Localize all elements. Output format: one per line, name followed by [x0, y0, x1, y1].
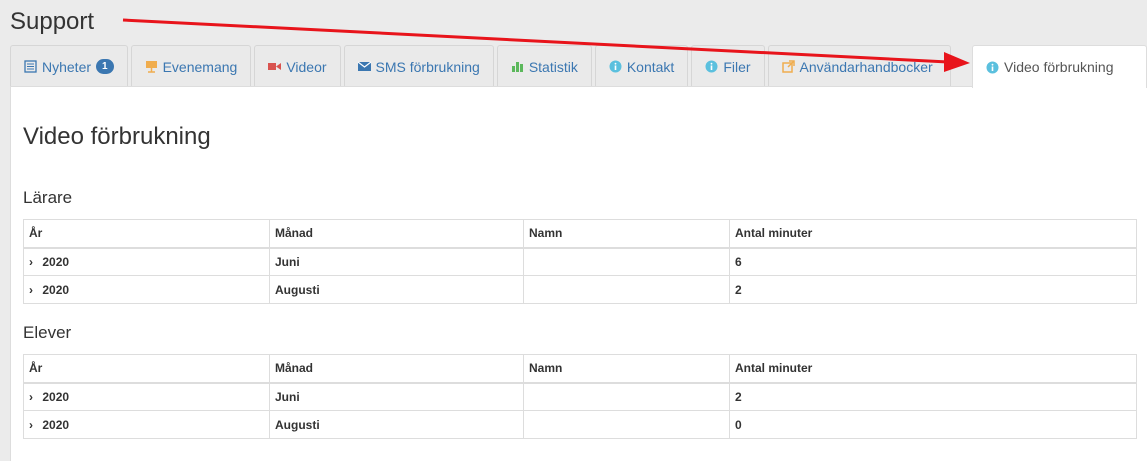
tab-nyheter[interactable]: Nyheter 1 — [10, 45, 128, 87]
column-header-month: Månad — [269, 354, 524, 384]
year-value: 2020 — [42, 389, 70, 404]
name-cell — [523, 247, 730, 276]
tab-anvandarhandbocker[interactable]: Användarhandbocker — [767, 45, 951, 87]
name-cell — [523, 275, 730, 304]
column-header-year: År — [23, 219, 270, 249]
minutes-cell: 0 — [729, 410, 1137, 439]
list-icon — [24, 60, 37, 73]
tab-label: Evenemang — [162, 58, 238, 75]
month-cell: Juni — [269, 382, 524, 411]
month-cell: Augusti — [269, 275, 524, 304]
tab-label: Filer — [723, 58, 751, 75]
envelope-icon — [357, 61, 371, 71]
usage-table-larare: År Månad Namn Antal minuter › 2020 Juni … — [23, 219, 1137, 304]
tab-evenemang[interactable]: Evenemang — [130, 45, 252, 87]
info-circle-icon — [986, 61, 999, 73]
tab-content-panel: Video förbrukning Lärare År Månad Namn A… — [10, 86, 1147, 461]
tab-label: Nyheter — [42, 58, 92, 75]
minutes-cell: 2 — [729, 275, 1137, 304]
section-title-larare: Lärare — [23, 188, 73, 207]
tab-label: SMS förbrukning — [375, 58, 480, 75]
table-row[interactable]: › 2020 Juni 2 — [23, 382, 1137, 411]
month-cell: Augusti — [269, 410, 524, 439]
tab-statistik[interactable]: Statistik — [496, 45, 592, 87]
tab-sms-forbrukning[interactable]: SMS förbrukning — [343, 45, 494, 87]
info-circle-icon — [705, 60, 718, 73]
year-cell[interactable]: › 2020 — [23, 247, 270, 276]
tab-label: Video förbrukning — [1004, 59, 1114, 75]
table-row[interactable]: › 2020 Augusti 0 — [23, 410, 1137, 439]
table-row[interactable]: › 2020 Augusti 2 — [23, 275, 1137, 304]
tab-bar: Nyheter 1 Evenemang Videor SMS förbrukni… — [10, 45, 1147, 88]
name-cell — [523, 382, 730, 411]
tab-videor[interactable]: Videor — [254, 45, 341, 87]
column-header-minutes: Antal minuter — [729, 354, 1137, 384]
minutes-cell: 6 — [729, 247, 1137, 276]
bar-chart-icon — [511, 62, 523, 72]
column-header-name: Namn — [523, 354, 730, 384]
column-header-year: År — [23, 354, 270, 384]
external-link-icon — [781, 60, 795, 73]
tab-kontakt[interactable]: Kontakt — [594, 45, 689, 87]
table-row[interactable]: › 2020 Juni 6 — [23, 247, 1137, 276]
table-header-row: År Månad Namn Antal minuter — [23, 219, 1137, 249]
content-heading: Video förbrukning — [23, 123, 211, 150]
chevron-right-icon[interactable]: › — [29, 418, 39, 432]
year-cell[interactable]: › 2020 — [23, 275, 270, 304]
minutes-cell: 2 — [729, 382, 1137, 411]
tab-label: Statistik — [528, 58, 578, 75]
chevron-right-icon[interactable]: › — [29, 283, 39, 297]
easel-icon — [145, 61, 157, 73]
tab-label: Kontakt — [626, 58, 675, 75]
tab-label: Användarhandbocker — [799, 58, 933, 75]
name-cell — [523, 410, 730, 439]
column-header-name: Namn — [523, 219, 730, 249]
year-value: 2020 — [42, 254, 70, 269]
tab-label: Videor — [286, 58, 327, 75]
year-cell[interactable]: › 2020 — [23, 382, 270, 411]
info-circle-icon — [609, 60, 622, 73]
year-cell[interactable]: › 2020 — [23, 410, 270, 439]
column-header-minutes: Antal minuter — [729, 219, 1137, 249]
year-value: 2020 — [42, 282, 70, 297]
section-title-elever: Elever — [23, 323, 72, 342]
chevron-right-icon[interactable]: › — [29, 390, 39, 404]
table-header-row: År Månad Namn Antal minuter — [23, 354, 1137, 384]
page-title: Support — [10, 8, 95, 35]
column-header-month: Månad — [269, 219, 524, 249]
tab-filer[interactable]: Filer — [691, 45, 765, 87]
month-cell: Juni — [269, 247, 524, 276]
year-value: 2020 — [42, 417, 70, 432]
video-camera-icon — [268, 63, 282, 70]
usage-table-elever: År Månad Namn Antal minuter › 2020 Juni … — [23, 354, 1137, 439]
unread-badge: 1 — [96, 59, 114, 74]
chevron-right-icon[interactable]: › — [29, 255, 39, 269]
tab-video-forbrukning[interactable]: Video förbrukning — [972, 45, 1147, 88]
